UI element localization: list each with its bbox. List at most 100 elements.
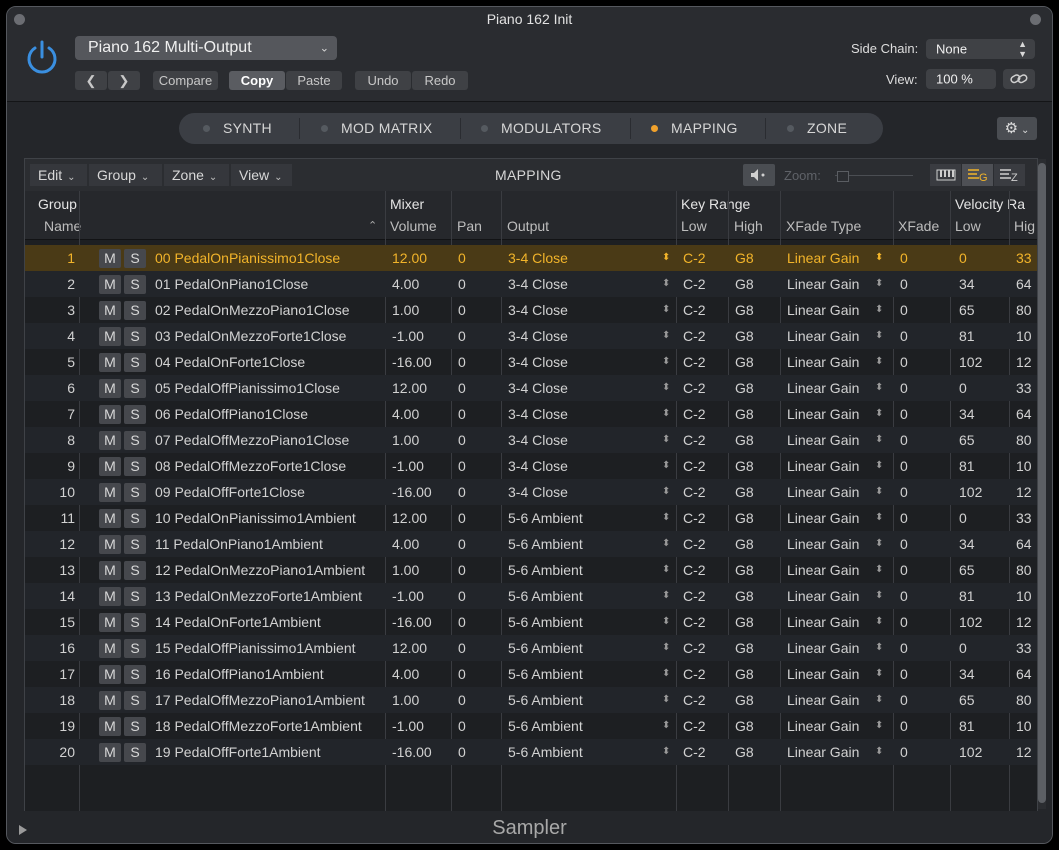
table-row[interactable]: 6 M S 05 PedalOffPianissimo1Close 12.00 0 3-4 … [25, 375, 1037, 401]
xfade-value[interactable]: 0 [900, 323, 908, 349]
mute-button[interactable]: M [99, 691, 121, 710]
key-low-value[interactable]: C-2 [683, 271, 706, 297]
solo-button[interactable]: S [124, 431, 146, 450]
output-select[interactable]: 5-6 Ambient [508, 687, 583, 713]
mute-button[interactable]: M [99, 249, 121, 268]
key-high-value[interactable]: G8 [735, 323, 754, 349]
xfade-type-select[interactable]: Linear Gain [787, 661, 859, 687]
table-row[interactable]: 5 M S 04 PedalOnForte1Close -16.00 0 3-4 Close… [25, 349, 1037, 375]
velocity-high-value[interactable]: 64 [1016, 401, 1032, 427]
table-row[interactable]: 17 M S 16 PedalOffPiano1Ambient 4.00 0 5-6 Amb… [25, 661, 1037, 687]
mute-button[interactable]: M [99, 587, 121, 606]
volume-value[interactable]: -1.00 [392, 323, 424, 349]
table-row[interactable]: 20 M S 19 PedalOffForte1Ambient -16.00 0 5-6 A… [25, 739, 1037, 765]
xfade-type-select[interactable]: Linear Gain [787, 297, 859, 323]
volume-value[interactable]: -1.00 [392, 713, 424, 739]
key-high-value[interactable]: G8 [735, 479, 754, 505]
pan-value[interactable]: 0 [458, 635, 466, 661]
mute-button[interactable]: M [99, 743, 121, 762]
pan-value[interactable]: 0 [458, 609, 466, 635]
xfade-type-select[interactable]: Linear Gain [787, 323, 859, 349]
table-row[interactable]: 12 M S 11 PedalOnPiano1Ambient 4.00 0 5-6 Ambi… [25, 531, 1037, 557]
key-low-value[interactable]: C-2 [683, 661, 706, 687]
output-select[interactable]: 3-4 Close [508, 453, 568, 479]
pan-value[interactable]: 0 [458, 323, 466, 349]
solo-button[interactable]: S [124, 405, 146, 424]
key-low-column-header[interactable]: Low [681, 218, 707, 234]
pan-value[interactable]: 0 [458, 557, 466, 583]
mute-button[interactable]: M [99, 431, 121, 450]
solo-button[interactable]: S [124, 509, 146, 528]
key-high-value[interactable]: G8 [735, 349, 754, 375]
output-select[interactable]: 5-6 Ambient [508, 635, 583, 661]
group-name[interactable]: 09 PedalOffForte1Close [155, 479, 305, 505]
solo-button[interactable]: S [124, 353, 146, 372]
group-name[interactable]: 04 PedalOnForte1Close [155, 349, 305, 375]
velocity-low-value[interactable]: 81 [959, 583, 975, 609]
velocity-low-value[interactable]: 81 [959, 713, 975, 739]
table-row[interactable]: 15 M S 14 PedalOnForte1Ambient -16.00 0 5-6 Am… [25, 609, 1037, 635]
zone-view-button[interactable]: Z [994, 164, 1025, 186]
volume-value[interactable]: 1.00 [392, 427, 419, 453]
xfade-type-select[interactable]: Linear Gain [787, 401, 859, 427]
group-name[interactable]: 05 PedalOffPianissimo1Close [155, 375, 340, 401]
output-select[interactable]: 5-6 Ambient [508, 583, 583, 609]
view-menu[interactable]: View ⌄ [231, 164, 292, 186]
velocity-high-value[interactable]: 12 [1016, 739, 1032, 765]
key-high-value[interactable]: G8 [735, 635, 754, 661]
velocity-low-value[interactable]: 65 [959, 297, 975, 323]
table-row[interactable]: 2 M S 01 PedalOnPiano1Close 4.00 0 3-4 Close C-… [25, 271, 1037, 297]
solo-button[interactable]: S [124, 535, 146, 554]
key-high-value[interactable]: G8 [735, 687, 754, 713]
key-high-value[interactable]: G8 [735, 297, 754, 323]
xfade-value[interactable]: 0 [900, 687, 908, 713]
solo-button[interactable]: S [124, 639, 146, 658]
scrollbar-thumb[interactable] [1038, 163, 1046, 803]
xfade-value[interactable]: 0 [900, 427, 908, 453]
undo-button[interactable]: Undo [355, 71, 411, 90]
key-low-value[interactable]: C-2 [683, 245, 706, 271]
key-high-value[interactable]: G8 [735, 505, 754, 531]
keyboard-view-button[interactable] [930, 164, 961, 186]
xfade-value[interactable]: 0 [900, 401, 908, 427]
volume-value[interactable]: -1.00 [392, 583, 424, 609]
volume-value[interactable]: -16.00 [392, 609, 432, 635]
key-high-value[interactable]: G8 [735, 557, 754, 583]
velocity-low-value[interactable]: 34 [959, 531, 975, 557]
velocity-high-value[interactable]: 64 [1016, 271, 1032, 297]
volume-value[interactable]: 12.00 [392, 245, 427, 271]
volume-value[interactable]: 1.00 [392, 687, 419, 713]
xfade-type-select[interactable]: Linear Gain [787, 557, 859, 583]
table-row[interactable]: 10 M S 09 PedalOffForte1Close -16.00 0 3-4 Clo… [25, 479, 1037, 505]
xfade-value[interactable]: 0 [900, 453, 908, 479]
volume-value[interactable]: 12.00 [392, 375, 427, 401]
output-select[interactable]: 3-4 Close [508, 427, 568, 453]
key-low-value[interactable]: C-2 [683, 453, 706, 479]
pan-value[interactable]: 0 [458, 453, 466, 479]
velocity-high-value[interactable]: 80 [1016, 687, 1032, 713]
mute-button[interactable]: M [99, 405, 121, 424]
xfade-type-select[interactable]: Linear Gain [787, 635, 859, 661]
next-preset-button[interactable]: ❯ [108, 71, 140, 90]
group-column-header[interactable]: Group [38, 196, 77, 212]
pan-value[interactable]: 0 [458, 375, 466, 401]
velocity-low-value[interactable]: 65 [959, 687, 975, 713]
xfade-value[interactable]: 0 [900, 375, 908, 401]
pan-value[interactable]: 0 [458, 661, 466, 687]
key-low-value[interactable]: C-2 [683, 375, 706, 401]
mute-button[interactable]: M [99, 561, 121, 580]
key-low-value[interactable]: C-2 [683, 557, 706, 583]
xfade-type-select[interactable]: Linear Gain [787, 687, 859, 713]
output-column-header[interactable]: Output [507, 218, 549, 234]
velocity-low-value[interactable]: 102 [959, 479, 982, 505]
key-low-value[interactable]: C-2 [683, 713, 706, 739]
volume-value[interactable]: 4.00 [392, 271, 419, 297]
key-low-value[interactable]: C-2 [683, 479, 706, 505]
velocity-high-value[interactable]: 80 [1016, 557, 1032, 583]
output-select[interactable]: 5-6 Ambient [508, 609, 583, 635]
velocity-high-value[interactable]: 33 [1016, 245, 1032, 271]
output-select[interactable]: 5-6 Ambient [508, 713, 583, 739]
xfade-type-select[interactable]: Linear Gain [787, 583, 859, 609]
mute-button[interactable]: M [99, 327, 121, 346]
solo-button[interactable]: S [124, 587, 146, 606]
